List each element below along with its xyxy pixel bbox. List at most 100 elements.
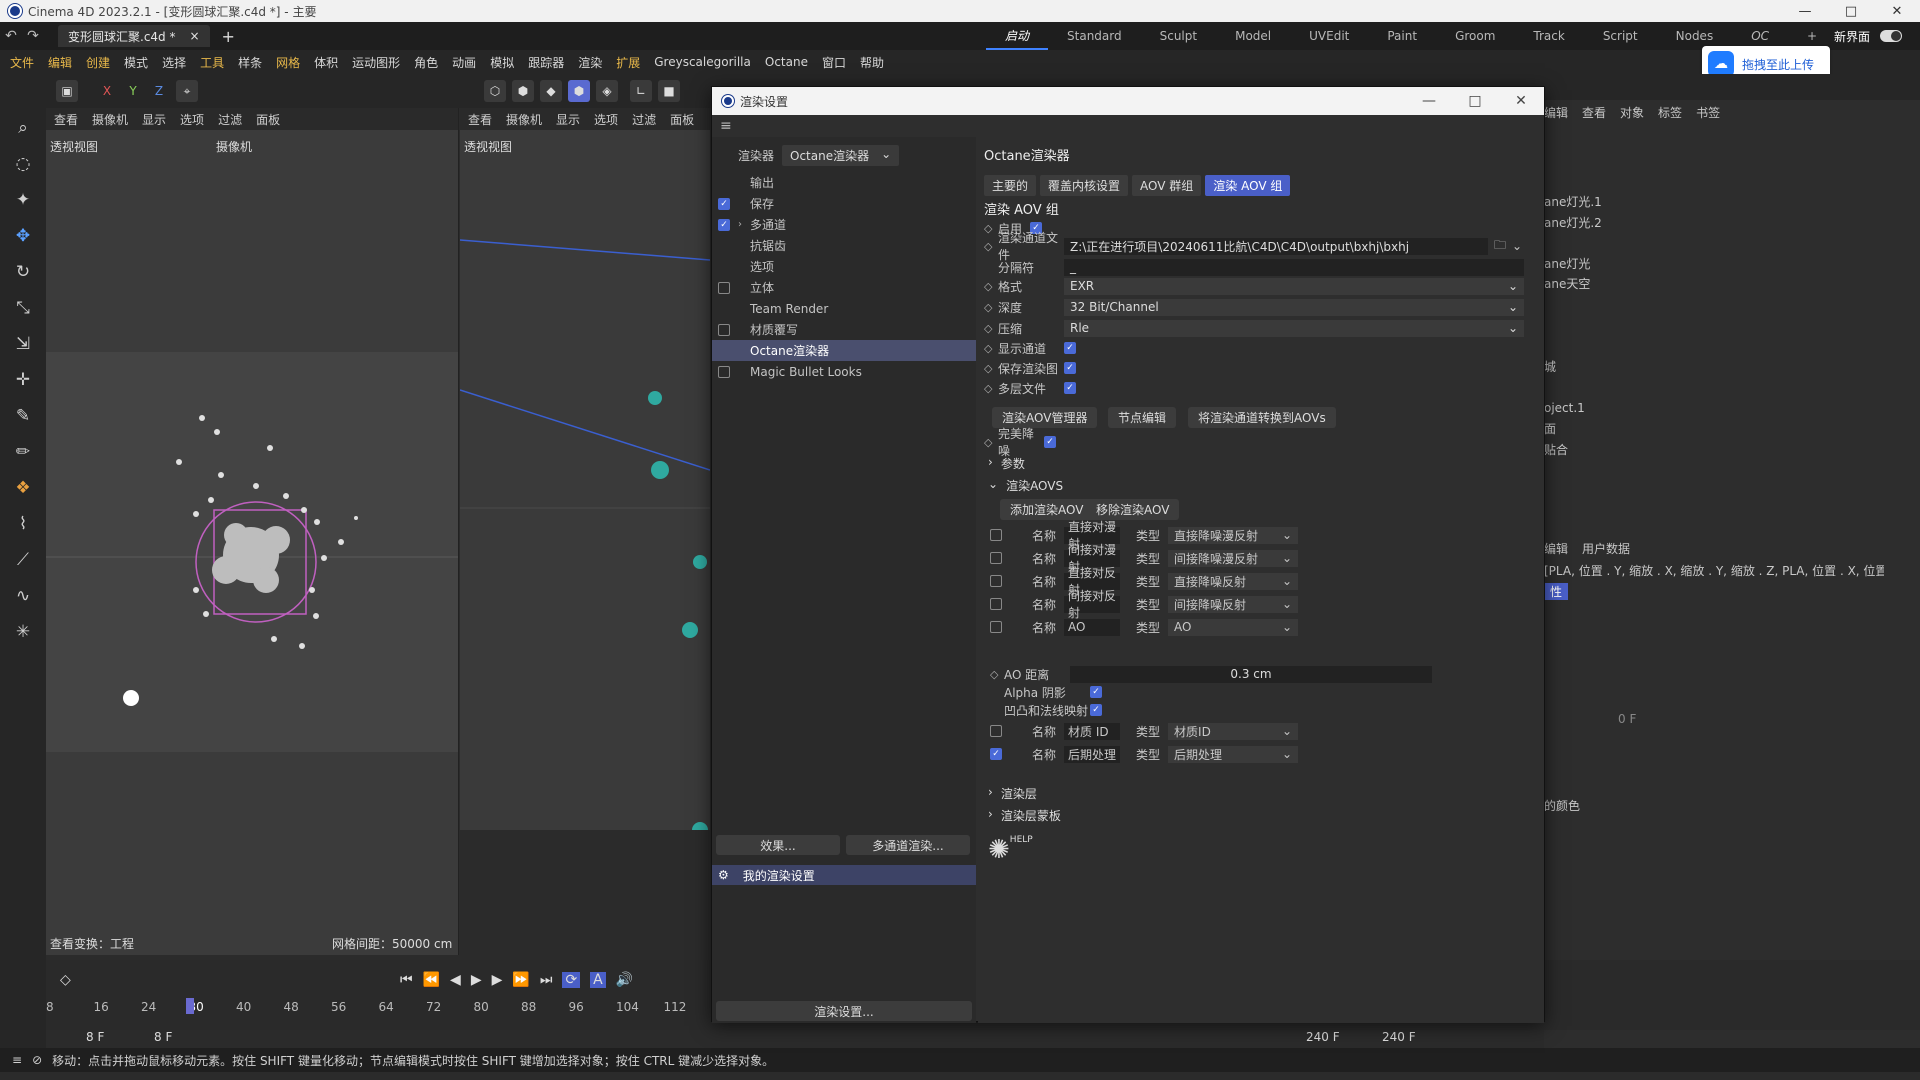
viewport-right-menu-view[interactable]: 查看: [468, 111, 492, 128]
object-menu-bookmarks[interactable]: 书签: [1696, 104, 1720, 121]
play-icon[interactable]: ▶: [471, 972, 482, 988]
menu-greyscalegorilla[interactable]: Greyscalegorilla: [654, 55, 751, 69]
viewport-right-menu-filter[interactable]: 过滤: [632, 111, 656, 128]
object-menu-object[interactable]: 对象: [1620, 104, 1644, 121]
aov-type-select[interactable]: 直接降噪反射 ⌄: [1168, 572, 1299, 590]
render-layer-fold[interactable]: › 渲染层: [988, 785, 1037, 802]
layout-tab-paint[interactable]: Paint: [1368, 22, 1436, 50]
live-selection-icon[interactable]: ✦: [0, 182, 46, 218]
paint-tool-icon[interactable]: ✏: [0, 434, 46, 470]
settings-tree-item[interactable]: ✓ 保存: [712, 193, 976, 214]
rotate-tool-icon[interactable]: ↻: [0, 254, 46, 290]
menu-file[interactable]: 文件: [10, 54, 34, 71]
spline-pen-icon[interactable]: ✎: [0, 398, 46, 434]
menu-octane[interactable]: Octane: [765, 55, 808, 69]
format-select[interactable]: EXR ⌄: [1064, 277, 1524, 295]
multipass-render-button[interactable]: 多通道渲染...: [846, 835, 970, 855]
aov-type-select[interactable]: 后期处理 ⌄: [1168, 745, 1299, 763]
keyframe-diamond-icon[interactable]: ◇: [984, 436, 998, 449]
aov-enable-checkbox[interactable]: [990, 598, 1002, 610]
settings-tree-checkbox[interactable]: [718, 281, 730, 294]
move-tool-icon[interactable]: ✥: [0, 218, 46, 254]
object-row[interactable]: ane灯光.1: [1544, 192, 1602, 213]
workplane-icon[interactable]: ■: [658, 80, 680, 102]
settings-tree-checkbox[interactable]: [718, 365, 730, 378]
keyframe-diamond-icon[interactable]: ◇: [990, 668, 1004, 681]
timeline-playhead[interactable]: [186, 998, 194, 1014]
params-fold[interactable]: › 参数: [988, 455, 1025, 472]
go-to-end-icon[interactable]: ⏭: [540, 972, 553, 988]
preview-end-frame-field[interactable]: 240 F: [1382, 1030, 1416, 1044]
settings-tree-checkbox[interactable]: [718, 323, 730, 336]
viewport-right-menu-display[interactable]: 显示: [556, 111, 580, 128]
keyframe-diamond-icon[interactable]: ◇: [984, 382, 998, 395]
settings-tree-item[interactable]: 材质覆写: [712, 319, 976, 340]
axis-y-button[interactable]: Y: [122, 80, 144, 102]
settings-tree-item[interactable]: 输出: [712, 172, 976, 193]
sound-icon[interactable]: 🔊: [616, 972, 633, 988]
keyframe-diamond-icon[interactable]: ◇: [984, 280, 998, 293]
settings-tree-item[interactable]: 选项: [712, 256, 976, 277]
layout-tab-script[interactable]: Script: [1584, 22, 1657, 50]
viewport-menu-view[interactable]: 查看: [54, 111, 78, 128]
menu-mode[interactable]: 模式: [124, 54, 148, 71]
multilayer-checkbox[interactable]: ✓: [1064, 382, 1076, 394]
object-row[interactable]: 贴合: [1544, 440, 1602, 461]
my-render-settings-item[interactable]: ⚙ 我的渲染设置: [712, 865, 976, 885]
aov-name-input[interactable]: 间接对反射: [1064, 589, 1121, 620]
redo-icon[interactable]: ↷: [22, 28, 44, 44]
timeline-ruler[interactable]: 8 16 24 30 40 48 56 64 72 80 88 96 104 1…: [46, 1000, 711, 1014]
new-tab-button[interactable]: +: [222, 27, 235, 46]
node-edit-button[interactable]: 节点编辑: [1108, 407, 1177, 428]
layout-tab-uvedit[interactable]: UVEdit: [1290, 22, 1368, 50]
prev-frame-icon[interactable]: ◀: [450, 972, 461, 988]
keyframe-icon[interactable]: ◇: [60, 972, 71, 988]
snap-icon[interactable]: ∟: [630, 80, 652, 102]
object-menu-edit[interactable]: 编辑: [1544, 104, 1568, 121]
selection-tool-icon[interactable]: ◌: [0, 146, 46, 182]
convert-to-aovs-button[interactable]: 将渲染通道转换到AOVs: [1188, 407, 1336, 428]
search-icon[interactable]: ⌕: [0, 110, 46, 146]
keyframe-diamond-icon[interactable]: ◇: [984, 301, 998, 314]
remove-aov-button[interactable]: 移除渲染AOV: [1086, 499, 1180, 520]
alpha-shadow-checkbox[interactable]: ✓: [1090, 686, 1102, 698]
dialog-maximize-button[interactable]: □: [1452, 87, 1498, 115]
object-row[interactable]: ane天空: [1544, 274, 1602, 295]
layout-tab-standard[interactable]: Standard: [1048, 22, 1141, 50]
chevron-right-icon[interactable]: ›: [738, 219, 750, 230]
viewport-right-menu-panel[interactable]: 面板: [670, 111, 694, 128]
settings-tree-item[interactable]: 抗锯齿: [712, 235, 976, 256]
viewport-perspective-left[interactable]: 查看 摄像机 显示 选项 过滤 面板 透视视图 摄像机 移动 查看变换：工程 网…: [46, 108, 459, 955]
settings-tree-checkbox[interactable]: ✓: [718, 197, 730, 210]
layout-tab-startup[interactable]: 启动: [986, 22, 1049, 50]
aov-name-input[interactable]: AO: [1064, 618, 1121, 636]
attr-menu-edit[interactable]: 编辑: [1544, 540, 1568, 557]
keyframe-diamond-icon[interactable]: ◇: [984, 322, 998, 335]
go-to-start-icon[interactable]: ⏮: [400, 972, 413, 988]
keyframe-diamond-icon[interactable]: ◇: [984, 240, 998, 253]
transfer-tool-icon[interactable]: ⇲: [0, 326, 46, 362]
dialog-close-button[interactable]: ✕: [1498, 87, 1544, 115]
attr-menu-userdata[interactable]: 用户数据: [1582, 540, 1630, 557]
settings-tree-item[interactable]: Magic Bullet Looks: [712, 361, 976, 382]
keyframe-diamond-icon[interactable]: ◇: [984, 362, 998, 375]
object-tool-icon[interactable]: ❖: [0, 470, 46, 506]
attr-tab[interactable]: 性: [1544, 583, 1569, 600]
menu-extensions[interactable]: 扩展: [616, 54, 640, 71]
octane-help-button[interactable]: ✺ HELP: [988, 835, 1033, 865]
aov-enable-checkbox[interactable]: [990, 529, 1002, 541]
start-frame-field[interactable]: 8 F: [154, 1030, 172, 1044]
aov-enable-checkbox[interactable]: [990, 725, 1002, 737]
aov-type-select[interactable]: AO ⌄: [1168, 618, 1299, 636]
polygons-mode-icon[interactable]: ◆: [540, 80, 562, 102]
document-tab[interactable]: 变形圆球汇聚.c4d * ×: [58, 25, 210, 47]
layout-tab-track[interactable]: Track: [1514, 22, 1583, 50]
object-row[interactable]: ane灯光.2: [1544, 213, 1602, 234]
ao-distance-input[interactable]: 0.3 cm: [1070, 665, 1432, 683]
aov-enable-checkbox[interactable]: [990, 552, 1002, 564]
effects-button[interactable]: 效果...: [716, 835, 840, 855]
viewport-menu-camera[interactable]: 摄像机: [92, 111, 128, 128]
show-pass-checkbox[interactable]: ✓: [1064, 342, 1076, 354]
aov-enable-checkbox[interactable]: [990, 621, 1002, 633]
viewport-perspective-right[interactable]: 查看 摄像机 显示 选项 过滤 面板 透视视图: [460, 108, 710, 830]
